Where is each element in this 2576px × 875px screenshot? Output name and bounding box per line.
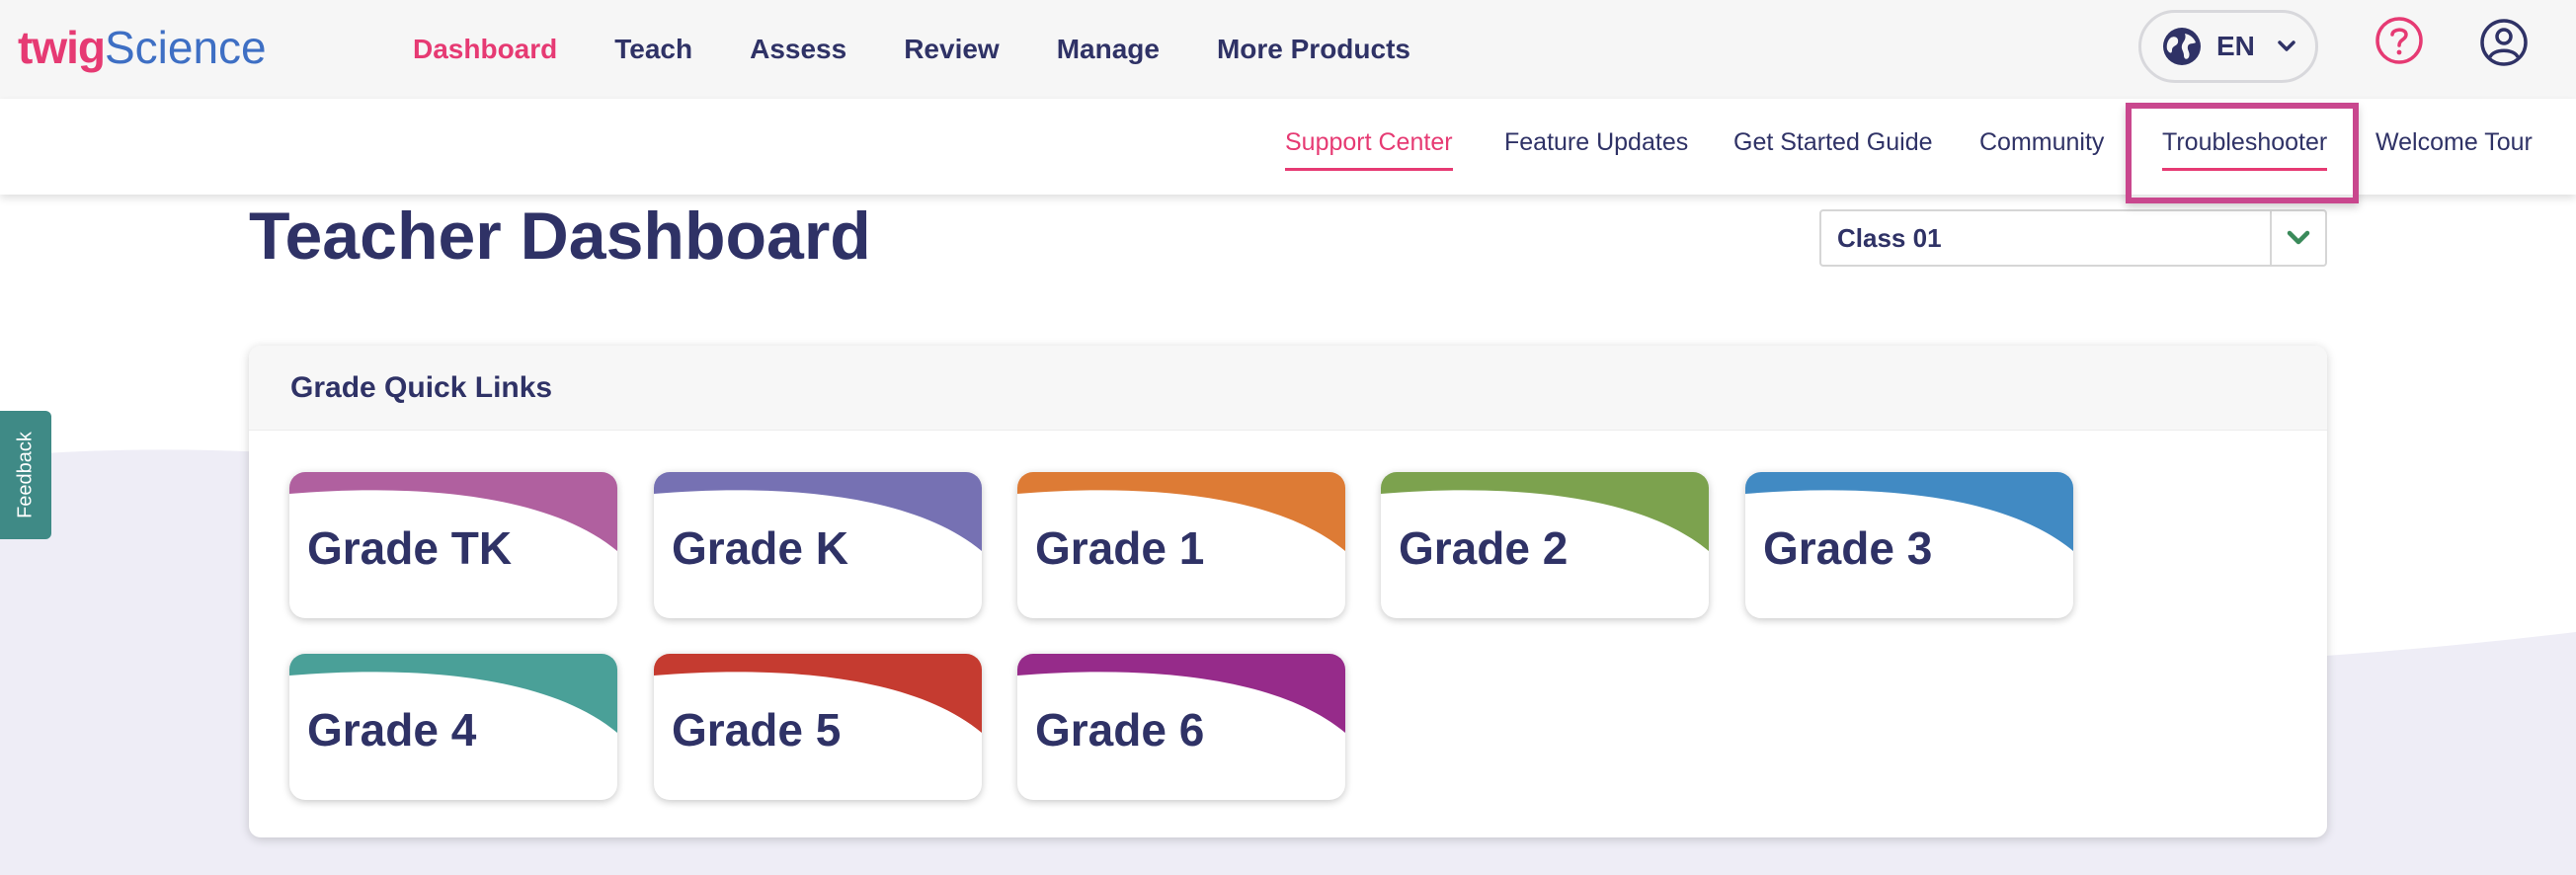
card-title: Grade Quick Links [290, 370, 553, 404]
grade-tile-label: Grade 2 [1399, 522, 1569, 574]
grade-tile-label: Grade TK [307, 522, 513, 574]
subnav-feature-updates[interactable]: Feature Updates [1504, 128, 1688, 157]
grade-tile-4[interactable]: Grade 4 [289, 654, 617, 800]
nav-assess[interactable]: Assess [750, 34, 846, 65]
nav-review[interactable]: Review [904, 34, 1000, 65]
grade-tile-k[interactable]: Grade K [654, 472, 982, 618]
twig-science-logo[interactable]: twigScience [18, 18, 267, 77]
grade-tile-label: Grade 1 [1035, 522, 1205, 574]
language-selector[interactable]: EN [2138, 10, 2318, 83]
grade-tile-label: Grade 5 [672, 704, 842, 756]
grade-tile-6[interactable]: Grade 6 [1017, 654, 1345, 800]
grade-tile-3[interactable]: Grade 3 [1745, 472, 2073, 618]
nav-more-products[interactable]: More Products [1217, 34, 1410, 65]
nav-manage[interactable]: Manage [1057, 34, 1160, 65]
page-title: Teacher Dashboard [249, 199, 871, 274]
class-select-value: Class 01 [1837, 222, 1942, 253]
grade-tile-1[interactable]: Grade 1 [1017, 472, 1345, 618]
language-code: EN [2216, 31, 2255, 61]
grade-quick-links-card: Grade Quick Links Grade TK Grade K Grade… [249, 346, 2327, 837]
subnav-get-started-guide[interactable]: Get Started Guide [1733, 128, 1933, 157]
feedback-tab[interactable]: Feedback [0, 411, 51, 539]
grade-tile-5[interactable]: Grade 5 [654, 654, 982, 800]
grade-tile-tk[interactable]: Grade TK [289, 472, 617, 618]
nav-teach[interactable]: Teach [614, 34, 692, 65]
subnav-welcome-tour[interactable]: Welcome Tour [2375, 128, 2533, 157]
chevron-down-icon [2287, 230, 2310, 245]
grade-tile-label: Grade 4 [307, 704, 477, 756]
class-select[interactable]: Class 01 [1819, 209, 2327, 267]
user-circle-icon[interactable] [2479, 18, 2529, 67]
troubleshooter-highlight [2126, 103, 2359, 203]
grade-tile-label: Grade 3 [1763, 522, 1933, 574]
feedback-label: Feedback [14, 432, 37, 518]
globe-icon [2163, 28, 2201, 65]
grade-tile-2[interactable]: Grade 2 [1381, 472, 1709, 618]
class-select-toggle[interactable] [2270, 211, 2325, 265]
subnav-community[interactable]: Community [1979, 128, 2104, 157]
grade-tile-label: Grade 6 [1035, 704, 1205, 756]
chevron-down-icon [2278, 40, 2295, 51]
main-nav: Dashboard Teach Assess Review Manage Mor… [413, 0, 1468, 99]
subnav-support-center[interactable]: Support Center [1285, 128, 1453, 171]
nav-dashboard[interactable]: Dashboard [413, 34, 557, 65]
question-circle-icon[interactable] [2375, 16, 2424, 65]
top-header: twigScience Dashboard Teach Assess Revie… [0, 0, 2576, 99]
card-header: Grade Quick Links [249, 346, 2327, 431]
grade-tile-label: Grade K [672, 522, 848, 574]
